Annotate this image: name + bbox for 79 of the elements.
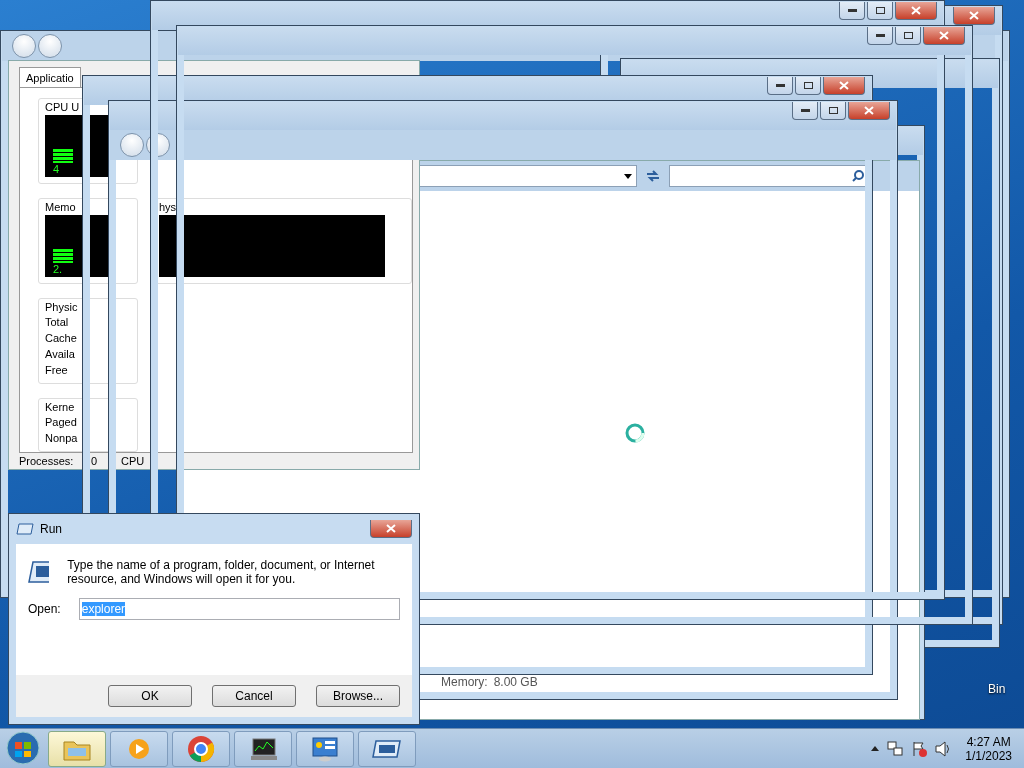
row-label: Cache [45,331,78,345]
cpu-reading: 4 [53,163,60,175]
row-label: Free [45,363,69,377]
memory-reading: 2. [53,263,63,275]
maximize-button[interactable] [867,2,893,20]
group-title: Kerne [45,401,76,413]
maximize-icon [828,107,838,114]
run-window-icon [16,523,34,535]
minimize-icon [775,84,785,87]
close-button[interactable] [923,27,965,45]
clock-date: 1/1/2023 [965,748,1012,763]
window-title: Run [40,522,62,536]
maximize-button[interactable] [895,27,921,45]
row-label: Total [45,315,70,329]
close-icon [839,81,849,90]
refresh-icon[interactable] [645,169,661,183]
monitor-graph-icon [249,736,277,761]
taskbar-app-button[interactable] [234,730,292,767]
circle-logo-icon [187,734,215,763]
maximize-button[interactable] [820,102,846,120]
close-icon [864,106,874,115]
maximize-icon [903,32,913,39]
minimize-button[interactable] [867,27,893,45]
tab[interactable]: Applicatio [19,67,81,87]
maximize-icon [875,7,885,14]
start-orb-icon [5,729,41,766]
minimize-icon [800,109,810,112]
close-icon [386,524,396,533]
control-panel-icon [311,735,339,762]
dialog-button[interactable]: Cancel [212,685,296,707]
minimize-button[interactable] [792,102,818,120]
group-title: CPU U [45,101,81,113]
close-button[interactable] [823,77,865,95]
meter-bars-icon [53,149,73,163]
minimize-button[interactable] [767,77,793,95]
dialog-button[interactable]: Browse... [316,685,400,707]
minimize-button[interactable] [839,2,865,20]
meter-bars-icon [53,249,73,263]
prompt-text: Type the name of a program, folder, document, or Internet resource, and Windows will open it for you. [67,558,376,586]
minimize-icon [847,9,857,12]
close-button[interactable] [953,7,995,25]
close-button[interactable] [370,520,412,538]
close-button[interactable] [895,2,937,20]
network-icon[interactable] [887,740,904,757]
taskbar-app-button[interactable] [296,730,354,767]
taskbar-app-button[interactable] [358,730,416,767]
flag-icon[interactable] [911,740,928,757]
clock[interactable]: 4:27 AM 1/1/2023 [959,734,1018,763]
run-window-icon [28,561,50,583]
field-value: explorer [81,602,126,616]
row-label: Paged [45,415,78,429]
close-icon [911,6,921,15]
row-label: Availa [45,347,76,361]
memory-label: Memory: [441,675,488,689]
status-text: Processes: [19,455,75,467]
close-icon [969,11,979,20]
play-icon [127,736,151,761]
group-title: hys [159,201,178,213]
memory-value: 8.00 GB [493,675,538,689]
group-title: Memo [45,201,77,213]
dropdown-icon [624,173,632,179]
desktop-icon-label[interactable]: Bin [988,682,1006,696]
maximize-button[interactable] [795,77,821,95]
back-button[interactable] [12,34,36,58]
status-text: CPU [121,455,146,467]
clock-time: 4:27 AM [966,734,1011,749]
open-label: Open: [28,602,61,616]
search-icon [852,170,864,182]
caret-up-icon[interactable] [871,746,880,751]
dialog-button[interactable]: OK [108,685,192,707]
status-text: 0 [91,455,99,467]
run-window-icon [372,739,402,758]
close-button[interactable] [848,102,890,120]
group-title: Physic [45,301,79,313]
row-label: Nonpa [45,431,79,445]
maximize-icon [803,82,813,89]
speaker-icon[interactable] [935,740,952,757]
minimize-icon [875,34,885,37]
close-icon [939,31,949,40]
